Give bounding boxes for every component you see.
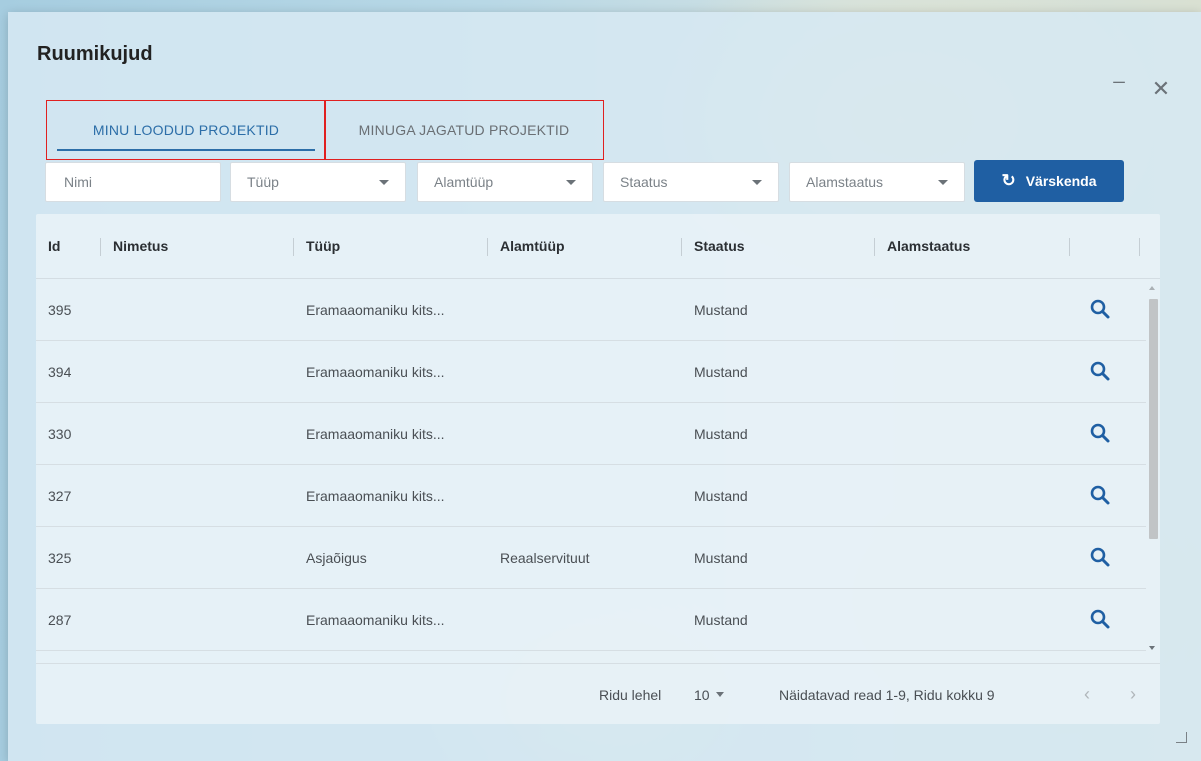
- search-icon[interactable]: [1088, 483, 1112, 507]
- active-tab-indicator: [57, 149, 315, 151]
- cell-type: Eramaaomaniku kits...: [306, 425, 445, 442]
- table-row[interactable]: 394 Eramaaomaniku kits... Mustand: [36, 341, 1146, 403]
- column-header-name[interactable]: Nimetus: [113, 214, 168, 278]
- search-icon[interactable]: [1088, 545, 1112, 569]
- chevron-down-icon: [379, 180, 389, 185]
- column-separator[interactable]: [874, 238, 875, 256]
- type-filter-label: Tüüp: [247, 174, 279, 190]
- refresh-icon: ↻: [1001, 171, 1016, 190]
- cell-id: 395: [48, 301, 72, 318]
- subtype-filter-label: Alamtüüp: [434, 174, 494, 190]
- tab-my-projects-label: MINU LOODUD PROJEKTID: [92, 122, 280, 138]
- refresh-label: Värskenda: [1025, 173, 1097, 189]
- rows-per-page-select[interactable]: 10: [694, 664, 724, 725]
- next-page-button[interactable]: ›: [1130, 664, 1136, 725]
- close-button[interactable]: ✕: [1148, 76, 1174, 102]
- cell-id: 327: [48, 487, 72, 504]
- previous-page-button[interactable]: ‹: [1084, 664, 1090, 725]
- search-icon[interactable]: [1088, 359, 1112, 383]
- ruumikujud-dialog: Ruumikujud _ ✕ MINU LOODUD PROJEKTID MIN…: [8, 12, 1201, 761]
- type-filter-select[interactable]: Tüüp: [230, 162, 406, 202]
- cell-id: 394: [48, 363, 72, 380]
- cell-id: 330: [48, 425, 72, 442]
- search-icon[interactable]: [1088, 421, 1112, 445]
- chevron-down-icon: [566, 180, 576, 185]
- cell-status: Mustand: [694, 301, 748, 318]
- scroll-up-arrow-icon[interactable]: [1149, 286, 1155, 290]
- search-icon[interactable]: [1088, 297, 1112, 321]
- cell-type: Eramaaomaniku kits...: [306, 301, 445, 318]
- substatus-filter-select[interactable]: Alamstaatus: [789, 162, 965, 202]
- table-footer: Ridu lehel 10 Näidatavad read 1-9, Ridu …: [36, 663, 1160, 725]
- vertical-scrollbar[interactable]: [1146, 279, 1160, 662]
- column-header-id[interactable]: Id: [48, 214, 60, 278]
- dialog-title: Ruumikujud: [37, 43, 153, 65]
- table-row[interactable]: 325 Asjaõigus Reaalservituut Mustand: [36, 527, 1146, 589]
- search-icon[interactable]: [1088, 607, 1112, 631]
- column-separator[interactable]: [1139, 238, 1140, 256]
- tab-shared-projects[interactable]: MINUGA JAGATUD PROJEKTID: [324, 100, 604, 160]
- table-header: Id Nimetus Tüüp Alamtüüp Staatus Alamsta…: [36, 214, 1160, 279]
- tab-my-projects[interactable]: MINU LOODUD PROJEKTID: [46, 100, 326, 160]
- cell-status: Mustand: [694, 487, 748, 504]
- column-separator[interactable]: [487, 238, 488, 256]
- cell-id: 287: [48, 611, 72, 628]
- cell-id: 325: [48, 549, 72, 566]
- column-separator[interactable]: [100, 238, 101, 256]
- table-row[interactable]: 395 Eramaaomaniku kits... Mustand: [36, 279, 1146, 341]
- cell-type: Eramaaomaniku kits...: [306, 363, 445, 380]
- column-header-type[interactable]: Tüüp: [306, 214, 340, 278]
- cell-subtype: Reaalservituut: [500, 549, 590, 566]
- resize-handle[interactable]: [1176, 732, 1187, 743]
- subtype-filter-select[interactable]: Alamtüüp: [417, 162, 593, 202]
- column-header-subtype[interactable]: Alamtüüp: [500, 214, 565, 278]
- name-filter-input[interactable]: [62, 173, 216, 191]
- scroll-thumb[interactable]: [1149, 299, 1158, 539]
- status-filter-label: Staatus: [620, 174, 668, 190]
- table-row[interactable]: 330 Eramaaomaniku kits... Mustand: [36, 403, 1146, 465]
- cell-type: Eramaaomaniku kits...: [306, 611, 445, 628]
- table-row[interactable]: [36, 651, 1146, 662]
- table-row[interactable]: 287 Eramaaomaniku kits... Mustand: [36, 589, 1146, 651]
- cell-status: Mustand: [694, 611, 748, 628]
- column-header-substatus[interactable]: Alamstaatus: [887, 214, 970, 278]
- chevron-down-icon: [752, 180, 762, 185]
- tab-shared-projects-label: MINUGA JAGATUD PROJEKTID: [358, 122, 570, 138]
- chevron-down-icon: [715, 692, 724, 697]
- column-separator[interactable]: [681, 238, 682, 256]
- chevron-down-icon: [938, 180, 948, 185]
- rows-per-page-label: Ridu lehel: [599, 686, 662, 703]
- rows-per-page-value: 10: [694, 686, 710, 703]
- cell-status: Mustand: [694, 549, 748, 566]
- table-body: 395 Eramaaomaniku kits... Mustand 394 Er…: [36, 279, 1146, 662]
- column-header-status[interactable]: Staatus: [694, 214, 745, 278]
- name-filter[interactable]: [45, 162, 221, 202]
- cell-status: Mustand: [694, 363, 748, 380]
- substatus-filter-label: Alamstaatus: [806, 174, 884, 190]
- status-filter-select[interactable]: Staatus: [603, 162, 779, 202]
- cell-type: Eramaaomaniku kits...: [306, 487, 445, 504]
- cell-status: Mustand: [694, 425, 748, 442]
- projects-table: Id Nimetus Tüüp Alamtüüp Staatus Alamsta…: [36, 214, 1160, 724]
- refresh-button[interactable]: ↻ Värskenda: [974, 160, 1124, 202]
- cell-type: Asjaõigus: [306, 549, 367, 566]
- scroll-down-arrow-icon[interactable]: [1149, 646, 1155, 650]
- minimize-button[interactable]: _: [1106, 60, 1132, 86]
- table-row[interactable]: 327 Eramaaomaniku kits... Mustand: [36, 465, 1146, 527]
- column-separator[interactable]: [293, 238, 294, 256]
- pagination-summary: Näidatavad read 1-9, Ridu kokku 9: [779, 686, 995, 703]
- column-separator[interactable]: [1069, 238, 1070, 256]
